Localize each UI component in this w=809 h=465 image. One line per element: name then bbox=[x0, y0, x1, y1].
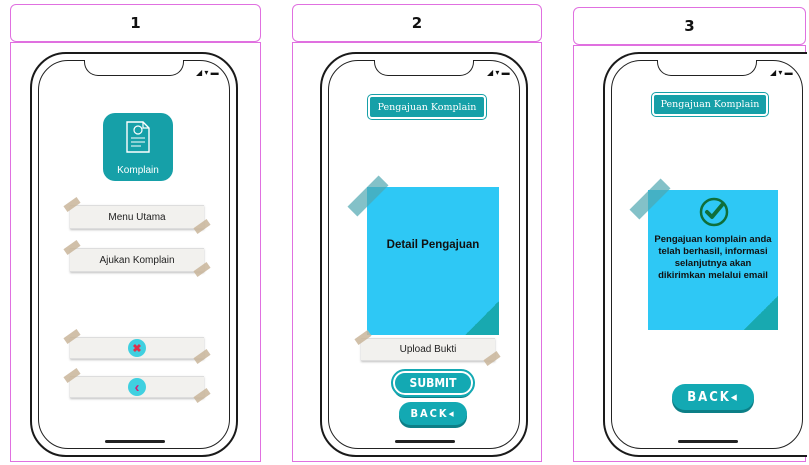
status-icons: ◢ ▾ ▬ bbox=[487, 68, 510, 77]
page-title: Pengajuan Komplain bbox=[651, 92, 769, 117]
document-icon bbox=[126, 121, 150, 153]
home-indicator bbox=[105, 440, 165, 443]
home-indicator bbox=[678, 440, 738, 443]
status-icons: ◢ ▾ ▬ bbox=[770, 68, 793, 77]
close-button[interactable]: ✖ bbox=[70, 337, 204, 359]
notch bbox=[374, 60, 474, 76]
notch bbox=[84, 60, 184, 76]
back-button[interactable]: ‹ bbox=[70, 376, 204, 398]
submit-label: SUBMIT bbox=[409, 376, 457, 390]
panel-2-header: 2 bbox=[292, 4, 542, 42]
chevron-left-icon: ‹ bbox=[128, 378, 146, 396]
panel-number: 2 bbox=[411, 14, 423, 32]
upload-bukti-button[interactable]: Upload Bukti bbox=[361, 338, 495, 361]
ajukan-komplain-label: Ajukan Komplain bbox=[99, 254, 175, 266]
ajukan-komplain-button[interactable]: Ajukan Komplain bbox=[70, 248, 204, 272]
back-button[interactable]: BACK◂ bbox=[399, 402, 467, 425]
note-fold bbox=[744, 296, 778, 330]
menu-utama-label: Menu Utama bbox=[108, 211, 166, 223]
close-icon: ✖ bbox=[128, 339, 146, 357]
back-label: BACK◂ bbox=[687, 389, 739, 405]
panel-number: 3 bbox=[684, 17, 695, 35]
success-message: Pengajuan komplain anda telah berhasil, … bbox=[654, 234, 772, 281]
panel-3-header: 3 bbox=[573, 7, 806, 45]
panel-number: 1 bbox=[130, 14, 141, 32]
back-label: BACK◂ bbox=[410, 407, 456, 420]
page-title: Pengajuan Komplain bbox=[367, 94, 487, 120]
app-icon-komplain[interactable]: Komplain bbox=[103, 113, 173, 181]
back-button[interactable]: BACK◂ bbox=[672, 384, 754, 410]
page-title-text: Pengajuan Komplain bbox=[377, 101, 477, 113]
note-text: Detail Pengajuan bbox=[386, 239, 480, 251]
panel-1-header: 1 bbox=[10, 4, 261, 42]
upload-bukti-label: Upload Bukti bbox=[399, 344, 457, 355]
note-fold bbox=[465, 301, 499, 335]
detail-note: Detail Pengajuan bbox=[367, 187, 499, 335]
status-icons: ◢ ▾ ▬ bbox=[196, 68, 219, 77]
page-title-text: Pengajuan Komplain bbox=[660, 99, 760, 110]
success-note: Pengajuan komplain anda telah berhasil, … bbox=[648, 190, 778, 330]
menu-utama-button[interactable]: Menu Utama bbox=[70, 205, 204, 229]
home-indicator bbox=[395, 440, 455, 443]
notch bbox=[657, 60, 757, 76]
submit-button[interactable]: SUBMIT bbox=[391, 369, 475, 397]
app-icon-label: Komplain bbox=[117, 165, 159, 176]
check-circle-icon bbox=[699, 197, 729, 227]
